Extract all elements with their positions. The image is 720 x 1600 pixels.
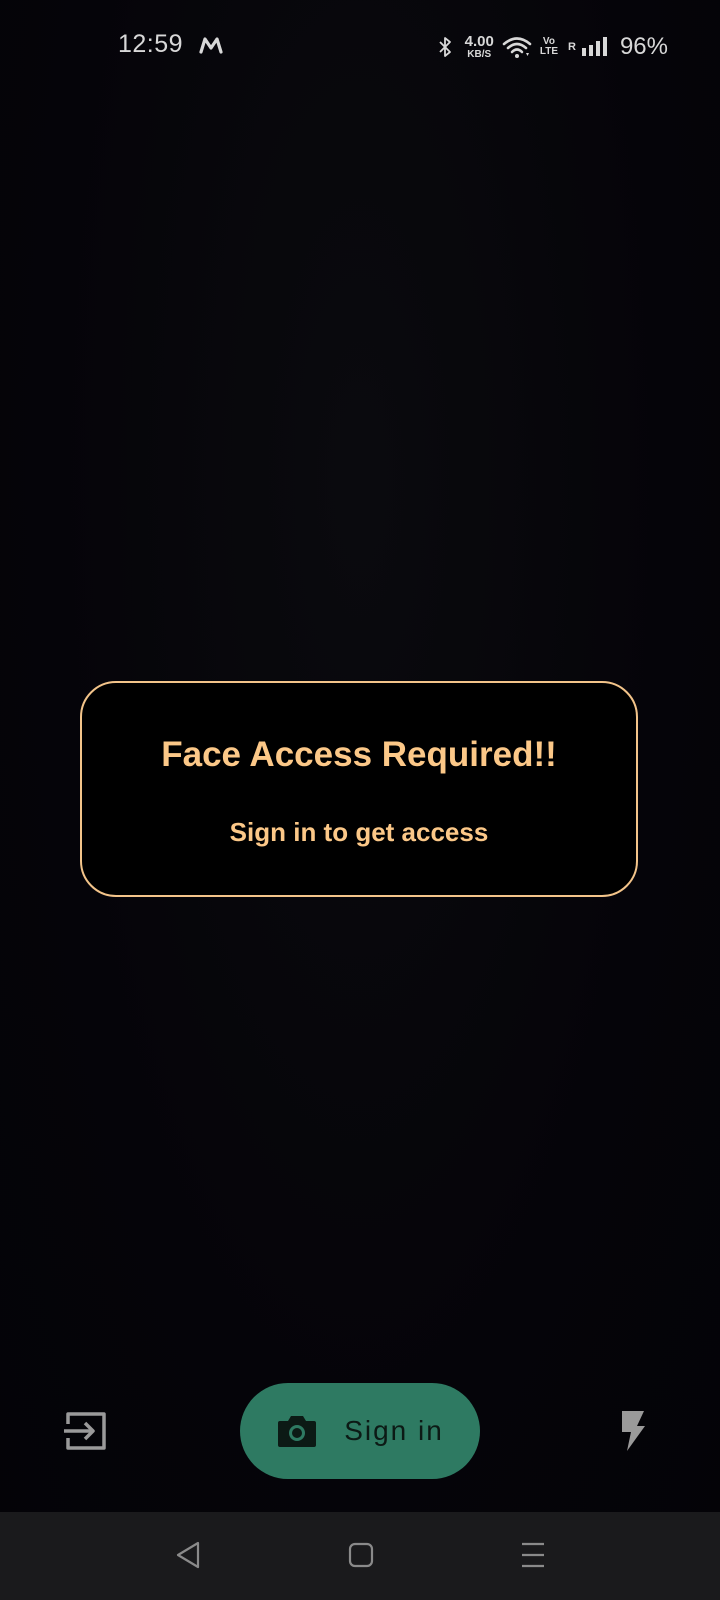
carrier-logo-icon (199, 37, 223, 54)
roaming-indicator: R (568, 41, 576, 53)
menu-icon[interactable] (520, 1540, 546, 1570)
status-time: 12:59 (118, 30, 184, 58)
card-title: Face Access Required!! (161, 735, 557, 774)
volte-indicator: Vo LTE (540, 37, 558, 57)
navigation-bar (0, 1512, 720, 1600)
flash-icon[interactable] (618, 1409, 648, 1453)
home-icon[interactable] (348, 1542, 374, 1568)
bluetooth-icon (439, 37, 451, 57)
volte-bottom: LTE (539, 46, 558, 57)
sign-in-button[interactable]: Sign in (240, 1383, 480, 1479)
sign-in-label: Sign in (344, 1415, 444, 1446)
status-bar: 12:59 4.00 KB/S Vo LTE R 96% (0, 0, 720, 92)
camera-icon (278, 1416, 317, 1447)
face-access-card: Face Access Required!! Sign in to get ac… (80, 681, 638, 897)
battery-level: 96% (619, 33, 668, 60)
network-speed-value: 4.00 (464, 33, 494, 50)
signal-icon (581, 37, 607, 56)
exit-icon[interactable] (62, 1410, 110, 1452)
status-icons: 4.00 KB/S Vo LTE R 96% (437, 30, 668, 64)
screen: 12:59 4.00 KB/S Vo LTE R 96% Face Access… (0, 0, 720, 1600)
card-subtitle: Sign in to get access (229, 817, 489, 847)
network-speed-unit: KB/S (467, 49, 492, 60)
network-speed: 4.00 KB/S (465, 34, 494, 60)
back-icon[interactable] (174, 1540, 202, 1570)
wifi-icon (502, 37, 532, 58)
